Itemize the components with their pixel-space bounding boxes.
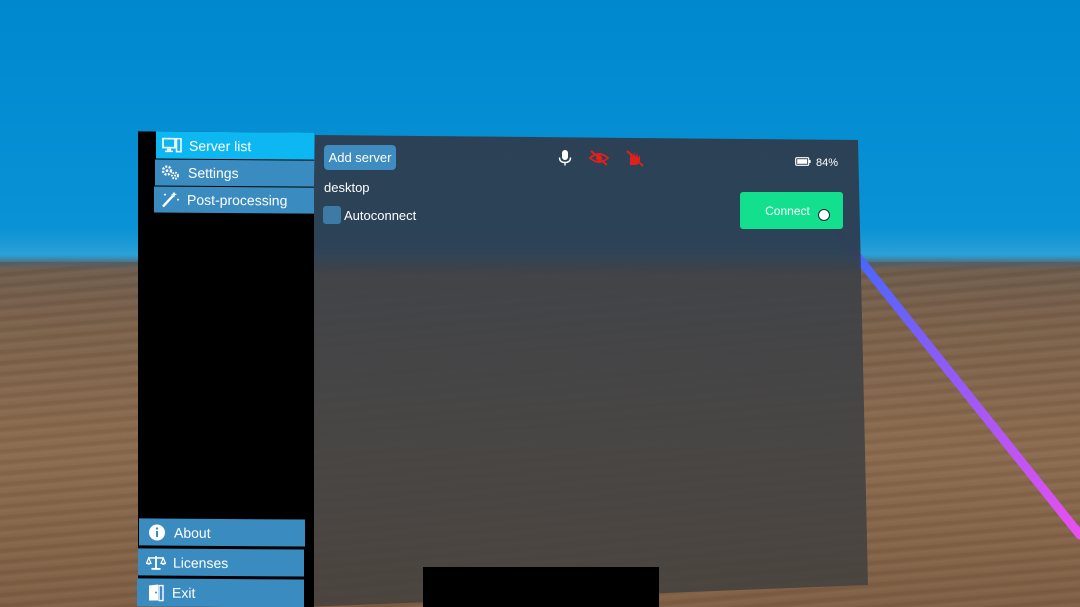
scales-icon (146, 552, 166, 572)
sidebar-item-label: Licenses (173, 554, 229, 571)
sidebar-item-label: About (174, 524, 211, 541)
sidebar-item-licenses[interactable]: Licenses (138, 548, 304, 577)
eye-tracking-off-icon (588, 149, 610, 172)
exit-door-icon (145, 582, 165, 602)
status-icons (556, 149, 646, 172)
sidebar-item-settings[interactable]: Settings (155, 159, 314, 187)
info-icon (147, 522, 167, 542)
laser-pointer-cursor (818, 209, 830, 221)
monitor-icon (162, 135, 182, 155)
battery-status: 84% (795, 157, 838, 169)
sidebar-item-post-processing[interactable]: Post-processing (154, 186, 314, 214)
sidebar-item-exit[interactable]: Exit (137, 578, 304, 607)
hand-tracking-off-icon (624, 149, 646, 172)
sidebar-item-label: Exit (172, 584, 196, 601)
autoconnect-option: Autoconnect (323, 206, 416, 224)
server-name: desktop (324, 180, 370, 195)
add-server-button[interactable]: Add server (324, 145, 396, 170)
vr-menu-panel: Server list Settings Post-processing Abo… (0, 0, 1080, 607)
gears-icon (161, 163, 181, 183)
vr-scene: Server list Settings Post-processing Abo… (0, 0, 1080, 607)
microphone-icon (556, 149, 574, 172)
sidebar-item-label: Settings (188, 164, 239, 182)
sidebar-item-server-list[interactable]: Server list (156, 131, 314, 160)
battery-percent: 84% (816, 157, 839, 169)
sidebar: Server list Settings Post-processing Abo… (137, 131, 314, 607)
autoconnect-label: Autoconnect (344, 207, 417, 223)
autoconnect-checkbox[interactable] (323, 206, 341, 224)
battery-icon (795, 157, 811, 169)
connect-label: Connect (765, 203, 810, 218)
sidebar-item-label: Post-processing (187, 191, 288, 209)
sidebar-item-label: Server list (189, 137, 252, 154)
sidebar-item-about[interactable]: About (139, 518, 305, 547)
magic-wand-icon (160, 190, 180, 210)
bottom-stand (423, 567, 659, 607)
